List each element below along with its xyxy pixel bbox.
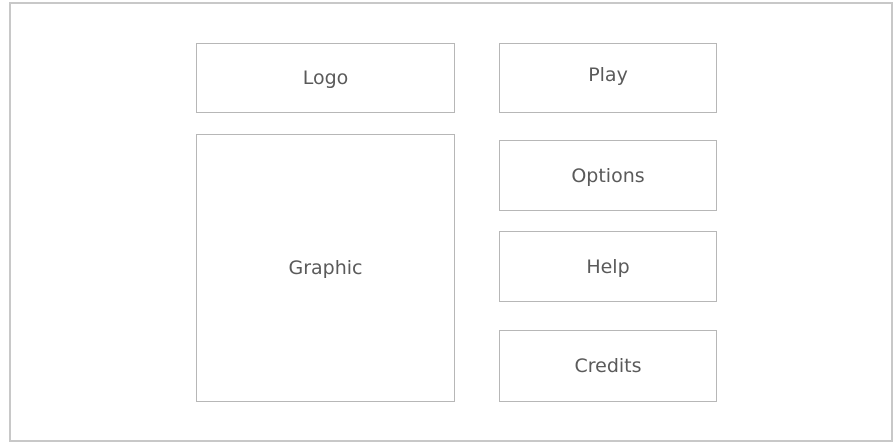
- credits-button[interactable]: Credits: [499, 330, 717, 402]
- options-button-label: Options: [571, 164, 645, 187]
- help-button[interactable]: Help: [499, 231, 717, 302]
- graphic-placeholder: Graphic: [196, 134, 455, 402]
- options-button[interactable]: Options: [499, 140, 717, 211]
- play-button-label: Play: [588, 64, 628, 86]
- logo-placeholder: Logo: [196, 43, 455, 113]
- logo-label: Logo: [302, 67, 349, 89]
- help-button-label: Help: [586, 255, 630, 278]
- graphic-label: Graphic: [288, 257, 363, 279]
- credits-button-label: Credits: [574, 355, 642, 377]
- play-button[interactable]: Play: [499, 43, 717, 113]
